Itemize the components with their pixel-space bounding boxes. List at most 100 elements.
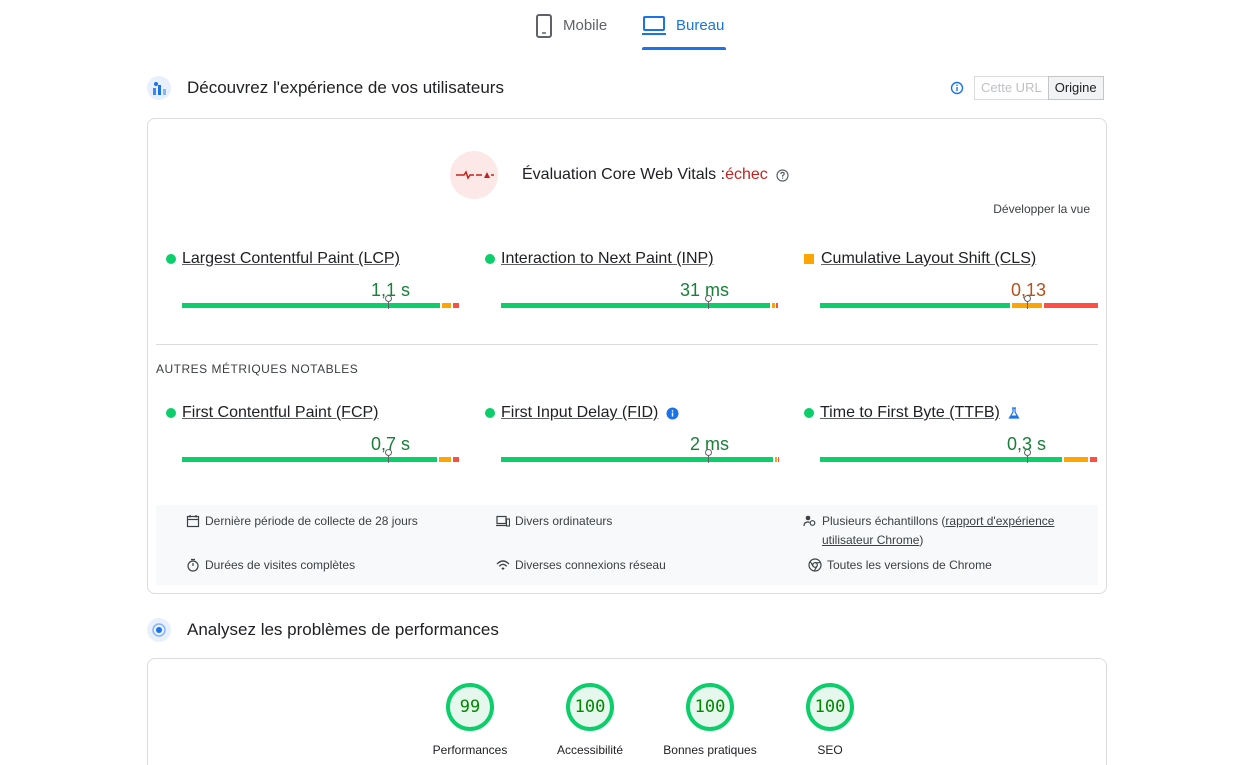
metric-fid: First Input Delay (FID) 2 ms [485, 404, 785, 474]
score-seo[interactable]: 100 SEO [770, 683, 890, 757]
calendar-icon [186, 515, 200, 528]
collection-period: Dernière période de collecte de 28 jours [186, 512, 418, 531]
users-chart-icon [147, 76, 171, 100]
score-accessibility[interactable]: 100 Accessibilité [530, 683, 650, 757]
metric-inp-link[interactable]: Interaction to Next Paint (INP) [501, 250, 714, 268]
chrome-icon [808, 558, 822, 572]
lighthouse-target-icon [147, 618, 171, 642]
tab-mobile-label: Mobile [563, 17, 608, 34]
metric-inp-value: 31 ms [679, 280, 729, 300]
good-indicator-icon [485, 408, 495, 418]
network-info: Diverses connexions réseau [496, 556, 666, 575]
wifi-icon [496, 560, 510, 570]
good-indicator-icon [485, 254, 495, 264]
score-performance[interactable]: 99 Performances [410, 683, 530, 757]
metric-fcp-link[interactable]: First Contentful Paint (FCP) [182, 404, 379, 422]
experimental-flask-icon [1008, 407, 1020, 419]
metric-ttfb-distribution-bar [820, 449, 1098, 463]
lab-section-title: Analysez les problèmes de performances [187, 620, 499, 639]
percentile-marker [1024, 295, 1031, 309]
good-indicator-icon [804, 408, 814, 418]
metric-lcp-distribution-bar [182, 295, 460, 309]
collection-period-text: Dernière période de collecte de 28 jours [205, 514, 418, 528]
metric-cls-distribution-bar [820, 295, 1098, 309]
metric-lcp-value: 1,1 s [370, 280, 410, 300]
percentile-marker [705, 449, 712, 463]
lab-scores-card: 99 Performances 100 Accessibilité 100 Bo… [147, 658, 1107, 765]
info-icon[interactable] [950, 81, 964, 95]
score-best-practices[interactable]: 100 Bonnes pratiques [650, 683, 770, 757]
help-icon[interactable] [776, 168, 789, 182]
metric-ttfb-value: 0,3 s [1006, 434, 1046, 454]
samples-prefix: Plusieurs échantillons ( [822, 514, 946, 528]
lab-section-header: Analysez les problèmes de performances [147, 618, 499, 642]
metric-fid-link[interactable]: First Input Delay (FID) [501, 404, 658, 422]
origin-button[interactable]: Origine [1047, 76, 1104, 100]
device-tabs: Mobile Bureau [0, 0, 1255, 52]
crux-card: Évaluation Core Web Vitals :échec Dévelo… [147, 118, 1107, 594]
score-label: SEO [817, 743, 843, 757]
score-gauge: 99 [446, 683, 494, 731]
crux-section-title: Découvrez l'expérience de vos utilisateu… [187, 78, 504, 97]
collection-info: Dernière période de collecte de 28 jours… [156, 505, 1098, 585]
percentile-marker [705, 295, 712, 309]
crux-section-header: Découvrez l'expérience de vos utilisateu… [147, 76, 504, 100]
average-indicator-icon [804, 254, 814, 264]
metric-fcp-value: 0,7 s [370, 434, 410, 454]
section-divider [156, 344, 1098, 345]
percentile-marker [385, 295, 392, 309]
percentile-marker [385, 449, 392, 463]
metric-cls: Cumulative Layout Shift (CLS) 0,13 [804, 250, 1104, 320]
active-tab-indicator [642, 47, 727, 50]
cwv-assessment-status: échec [725, 166, 768, 183]
metric-lcp-link[interactable]: Largest Contentful Paint (LCP) [182, 250, 400, 268]
stopwatch-icon [187, 558, 199, 572]
users-icon [803, 515, 816, 527]
score-gauge: 100 [686, 683, 734, 731]
cwv-assessment: Évaluation Core Web Vitals :échec [450, 151, 789, 199]
failed-assessment-icon [450, 151, 498, 199]
metric-inp-distribution-bar [501, 295, 779, 309]
score-gauge: 100 [806, 683, 854, 731]
good-indicator-icon [166, 254, 176, 264]
good-indicator-icon [166, 408, 176, 418]
devices-icon [496, 515, 510, 527]
network-info-text: Diverses connexions réseau [515, 558, 666, 572]
metric-fid-distribution-bar [501, 449, 779, 463]
device-info-text: Divers ordinateurs [515, 514, 613, 528]
metric-cls-link[interactable]: Cumulative Layout Shift (CLS) [821, 250, 1036, 268]
metric-lcp: Largest Contentful Paint (LCP) 1,1 s [166, 250, 466, 320]
cwv-assessment-text: Évaluation Core Web Vitals :échec [522, 166, 768, 184]
tab-desktop[interactable]: Bureau [642, 14, 727, 50]
visit-duration-text: Durées de visites complètes [205, 558, 356, 572]
tab-desktop-label: Bureau [676, 17, 725, 34]
expand-view-link[interactable]: Développer la vue [993, 202, 1090, 216]
score-label: Performances [432, 743, 508, 757]
metric-ttfb: Time to First Byte (TTFB) 0,3 s [804, 404, 1104, 474]
url-origin-toggle: Cette URL Origine [950, 76, 1104, 100]
smartphone-icon [536, 14, 552, 38]
metric-inp: Interaction to Next Paint (INP) 31 ms [485, 250, 785, 320]
metric-ttfb-link[interactable]: Time to First Byte (TTFB) [820, 404, 1000, 422]
chrome-versions: Toutes les versions de Chrome [808, 556, 992, 575]
other-metrics-title: AUTRES MÉTRIQUES NOTABLES [156, 362, 359, 376]
metric-cls-value: 0,13 [1010, 280, 1046, 300]
category-scores: 99 Performances 100 Accessibilité 100 Bo… [410, 683, 890, 757]
samples-suffix: ) [919, 533, 924, 547]
crux-report-link-line2: utilisateur Chrome [822, 533, 920, 547]
score-label: Bonnes pratiques [663, 743, 757, 757]
score-label: Accessibilité [556, 743, 624, 757]
score-gauge: 100 [566, 683, 614, 731]
tab-mobile[interactable]: Mobile [535, 14, 607, 50]
metric-fid-value: 2 ms [689, 434, 729, 454]
samples-info-text: Plusieurs échantillons (rapport d'expéri… [822, 512, 1054, 550]
laptop-icon [642, 16, 666, 35]
info-icon[interactable] [666, 407, 679, 420]
this-url-button[interactable]: Cette URL [974, 76, 1048, 100]
samples-info: Plusieurs échantillons (rapport d'expéri… [803, 512, 1093, 550]
crux-report-link-line1: rapport d'expérience [945, 514, 1055, 528]
device-info: Divers ordinateurs [496, 512, 612, 531]
cwv-assessment-label: Évaluation Core Web Vitals : [522, 166, 726, 183]
percentile-marker [1024, 449, 1031, 463]
chrome-versions-text: Toutes les versions de Chrome [827, 558, 992, 572]
